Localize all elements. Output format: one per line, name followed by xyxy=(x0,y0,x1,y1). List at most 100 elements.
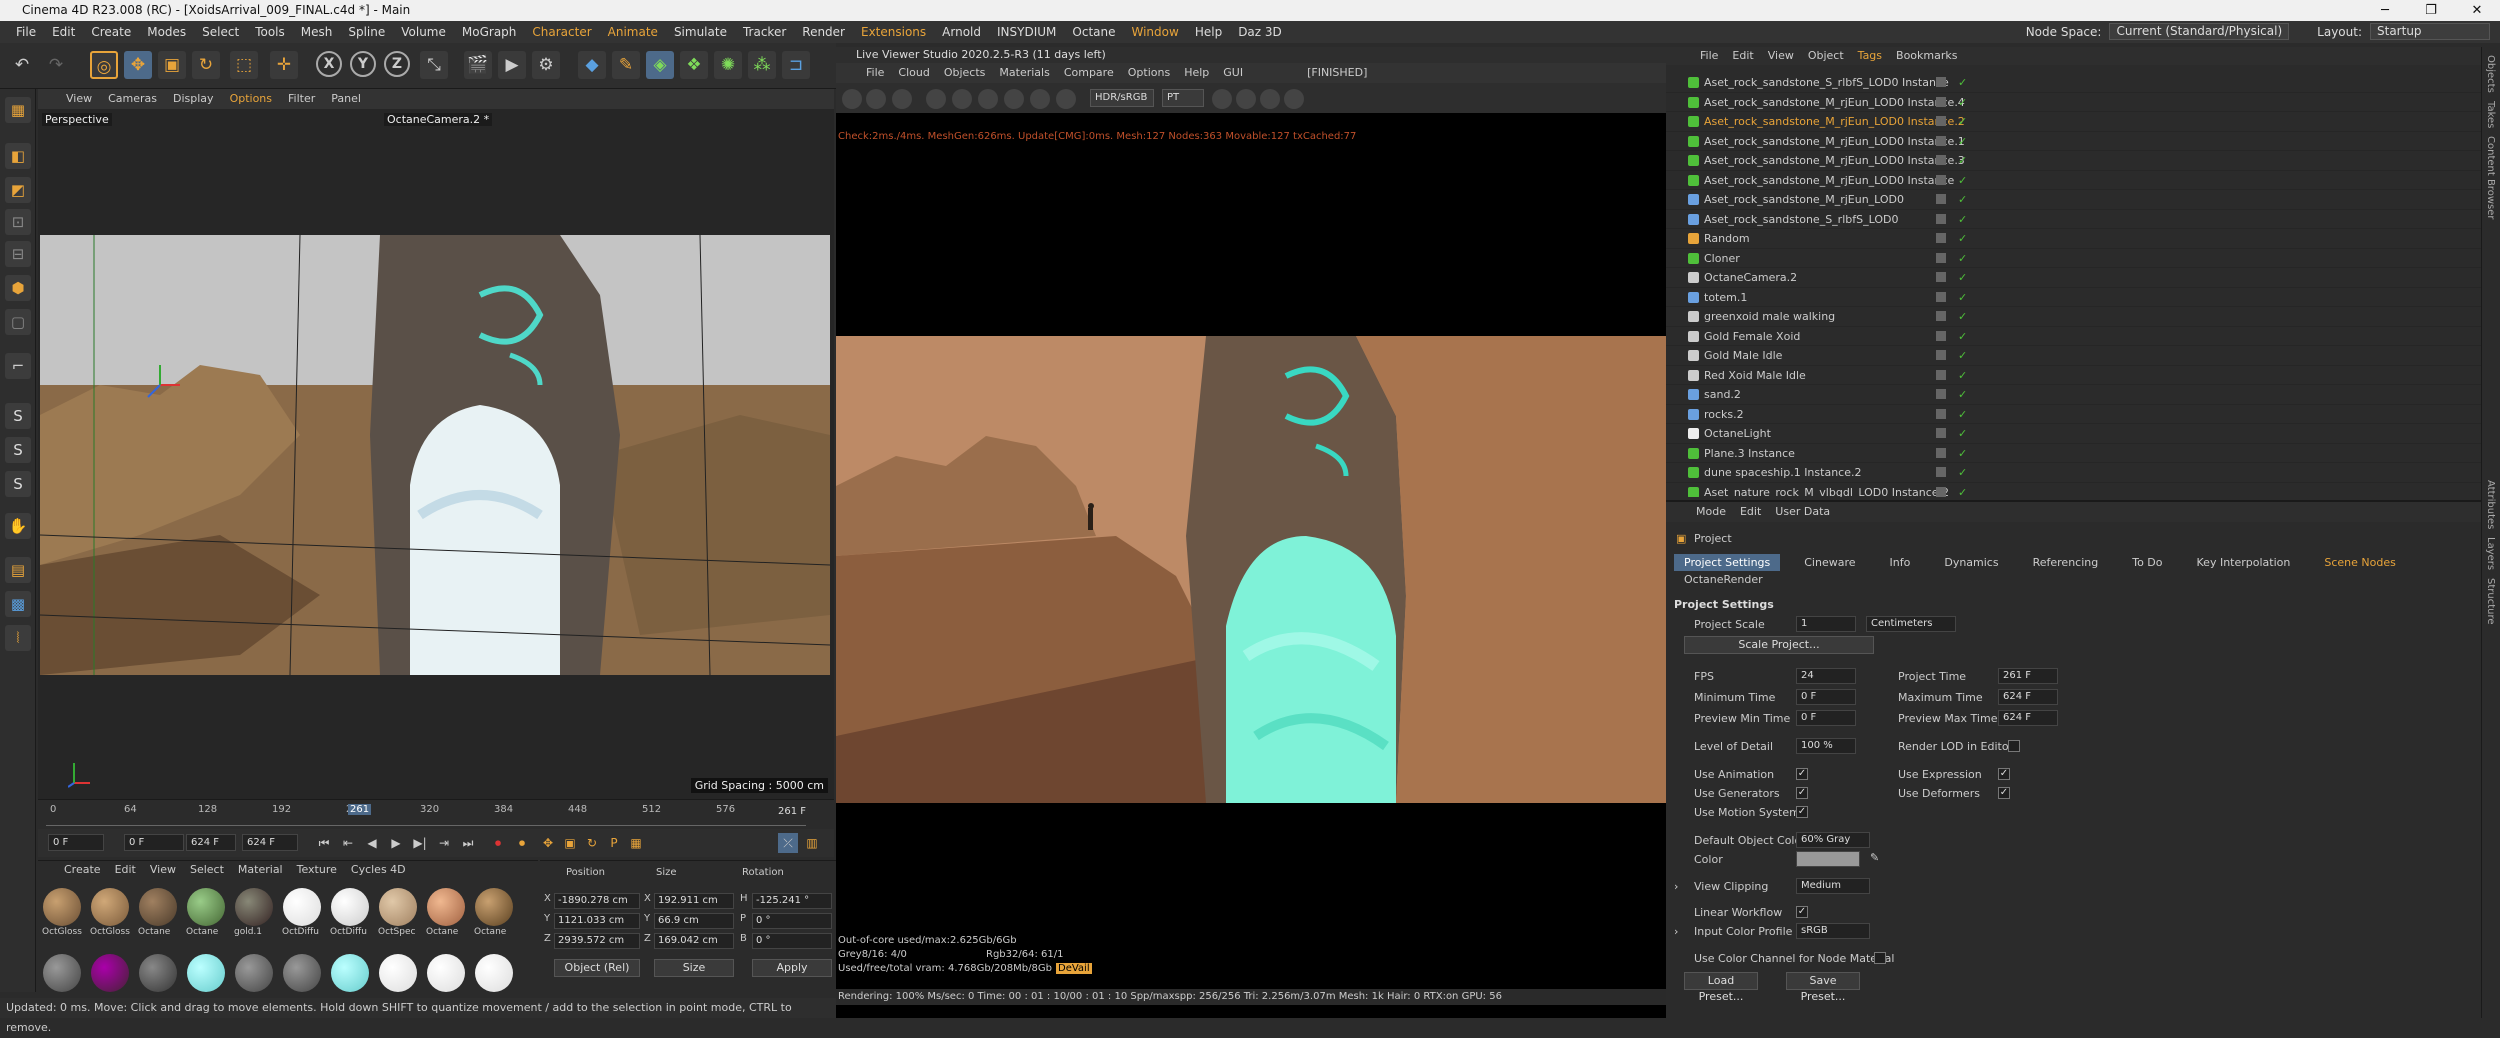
scale-tool-icon[interactable]: ▣ xyxy=(158,51,186,79)
layout-select[interactable]: Startup xyxy=(2370,23,2490,40)
menu-tools[interactable]: Tools xyxy=(247,21,293,43)
attr-menu-mode[interactable]: Mode xyxy=(1696,502,1726,522)
size-z-field[interactable]: 169.042 cm xyxy=(654,933,734,949)
enable-check-icon[interactable]: ✓ xyxy=(1958,366,1967,385)
material-swatch[interactable]: OctDiffu xyxy=(330,887,370,941)
octane-menu-cloud[interactable]: Cloud xyxy=(898,63,929,83)
cube-primitive-icon[interactable]: ◆ xyxy=(578,51,606,79)
object-row[interactable]: Aset_nature_rock_M_vlbgdl_LOD0 Instance.… xyxy=(1666,483,2481,498)
mat-menu-texture[interactable]: Texture xyxy=(297,861,337,879)
enable-check-icon[interactable]: ✓ xyxy=(1958,229,1967,248)
octane-menu-materials[interactable]: Materials xyxy=(999,63,1049,83)
octane-menu-file[interactable]: File xyxy=(866,63,884,83)
enable-check-icon[interactable]: ✓ xyxy=(1958,307,1967,326)
color-space-select[interactable]: HDR/sRGB xyxy=(1090,89,1154,107)
material-swatch[interactable]: gold.1 xyxy=(234,887,274,941)
restart-render-icon[interactable] xyxy=(866,89,886,109)
camera-snapshot-icon[interactable] xyxy=(1260,89,1280,109)
z-axis-lock-icon[interactable]: Z xyxy=(384,51,410,77)
octane-menu-objects[interactable]: Objects xyxy=(944,63,986,83)
use-deformers-checkbox[interactable]: ✓ xyxy=(1998,787,2010,799)
fcurve-icon[interactable]: ▥ xyxy=(802,833,822,853)
visibility-toggle-icon[interactable] xyxy=(1936,194,1946,204)
tab-dynamics[interactable]: Dynamics xyxy=(1934,554,2008,571)
material-swatch[interactable]: OctDiffu xyxy=(282,887,322,941)
enable-check-icon[interactable]: ✓ xyxy=(1958,483,1967,498)
material-ball-icon[interactable] xyxy=(139,954,177,992)
enable-check-icon[interactable]: ✓ xyxy=(1958,346,1967,365)
prev-frame-icon[interactable]: ◀ xyxy=(362,833,382,853)
visibility-toggle-icon[interactable] xyxy=(1936,330,1946,341)
visibility-toggle-icon[interactable] xyxy=(1936,311,1946,321)
input-profile-select[interactable]: sRGB xyxy=(1796,923,1870,939)
side-tab-layers[interactable]: Layers xyxy=(2485,537,2496,570)
menu-arnold[interactable]: Arnold xyxy=(934,21,989,43)
enable-check-icon[interactable]: ✓ xyxy=(1958,93,1967,112)
octane-render-output[interactable] xyxy=(836,336,1666,803)
max-frame-field[interactable]: 624 F xyxy=(186,834,236,851)
current-frame-field[interactable]: 0 F xyxy=(48,834,104,851)
mat-menu-create[interactable]: Create xyxy=(64,861,101,879)
visibility-toggle-icon[interactable] xyxy=(1936,486,1946,497)
object-row[interactable]: Aset_rock_sandstone_M_rjEun_LOD0 Instanc… xyxy=(1666,112,2481,132)
tab-scene-nodes[interactable]: Scene Nodes xyxy=(2314,554,2405,571)
menu-tracker[interactable]: Tracker xyxy=(735,21,794,43)
use-animation-checkbox[interactable]: ✓ xyxy=(1796,768,1808,780)
go-to-end-icon[interactable]: ⏭ xyxy=(458,833,478,853)
position-x-field[interactable]: -1890.278 cm xyxy=(554,893,640,909)
use-color-channel-checkbox[interactable] xyxy=(1874,952,1886,964)
visibility-toggle-icon[interactable] xyxy=(1936,447,1946,458)
play-icon[interactable]: ▶ xyxy=(386,833,406,853)
enable-check-icon[interactable]: ✓ xyxy=(1958,249,1967,268)
material-ball-icon[interactable] xyxy=(283,954,321,992)
snap-settings-icon[interactable]: S xyxy=(5,437,31,463)
send-scene-icon[interactable] xyxy=(842,89,862,109)
tab-octanerender[interactable]: OctaneRender xyxy=(1674,571,1773,588)
viewport-menu-options[interactable]: Options xyxy=(230,89,272,109)
save-preset-button[interactable]: Save Preset... xyxy=(1786,972,1860,1003)
material-swatch[interactable]: Octane xyxy=(186,887,226,941)
focus-pick-icon[interactable] xyxy=(1030,89,1050,109)
use-motion-checkbox[interactable]: ✓ xyxy=(1796,806,1808,818)
visibility-toggle-icon[interactable] xyxy=(1936,291,1946,302)
size-x-field[interactable]: 192.911 cm xyxy=(654,893,734,909)
input-profile-expand-icon[interactable]: › xyxy=(1674,925,1678,938)
go-to-start-icon[interactable]: ⏮ xyxy=(314,833,334,853)
lod-field[interactable]: 100 % xyxy=(1796,738,1856,754)
cloner-icon[interactable]: ❖ xyxy=(680,51,708,79)
key-position-icon[interactable]: ✥ xyxy=(538,833,558,853)
obj-menu-file[interactable]: File xyxy=(1700,47,1718,65)
object-row[interactable]: dune spaceship.1 Instance.2 ✓ xyxy=(1666,463,2481,483)
project-time-field[interactable]: 261 F xyxy=(1998,668,2058,684)
obj-menu-view[interactable]: View xyxy=(1768,47,1794,65)
enable-check-icon[interactable]: ✓ xyxy=(1958,463,1967,482)
coord-size-mode-select[interactable]: Size xyxy=(654,959,734,977)
object-row[interactable]: Aset_rock_sandstone_M_rjEun_LOD0 Instanc… xyxy=(1666,151,2481,171)
material-ball-icon[interactable] xyxy=(379,954,417,992)
save-image-icon[interactable] xyxy=(1284,89,1304,109)
end-frame-field[interactable]: 624 F xyxy=(242,834,298,851)
color-swatch[interactable] xyxy=(1796,851,1860,867)
mat-menu-material[interactable]: Material xyxy=(238,861,283,879)
menu-create[interactable]: Create xyxy=(83,21,139,43)
object-row[interactable]: greenxoid male walking ✓ xyxy=(1666,307,2481,327)
obj-menu-bookmarks[interactable]: Bookmarks xyxy=(1896,47,1957,65)
obj-menu-tags[interactable]: Tags xyxy=(1858,47,1882,65)
default-color-select[interactable]: 60% Gray xyxy=(1796,832,1870,848)
fps-field[interactable]: 24 xyxy=(1796,668,1856,684)
obj-menu-object[interactable]: Object xyxy=(1808,47,1844,65)
position-z-field[interactable]: 2939.572 cm xyxy=(554,933,640,949)
prev-key-icon[interactable]: ⇤ xyxy=(338,833,358,853)
rotation-p-field[interactable]: 0 ° xyxy=(752,913,832,929)
texture-mode-icon[interactable]: ◩ xyxy=(5,177,31,203)
menu-simulate[interactable]: Simulate xyxy=(666,21,735,43)
key-scale-icon[interactable]: ▣ xyxy=(560,833,580,853)
viewport-menu-view[interactable]: View xyxy=(66,89,92,109)
object-row[interactable]: OctaneLight ✓ xyxy=(1666,424,2481,444)
solo-icon[interactable]: ✋ xyxy=(5,513,31,539)
y-axis-lock-icon[interactable]: Y xyxy=(350,51,376,77)
live-selection-icon[interactable]: ◎ xyxy=(90,51,118,79)
visibility-toggle-icon[interactable] xyxy=(1936,272,1946,282)
next-key-icon[interactable]: ⇥ xyxy=(434,833,454,853)
pen-spline-icon[interactable]: ✎ xyxy=(612,51,640,79)
